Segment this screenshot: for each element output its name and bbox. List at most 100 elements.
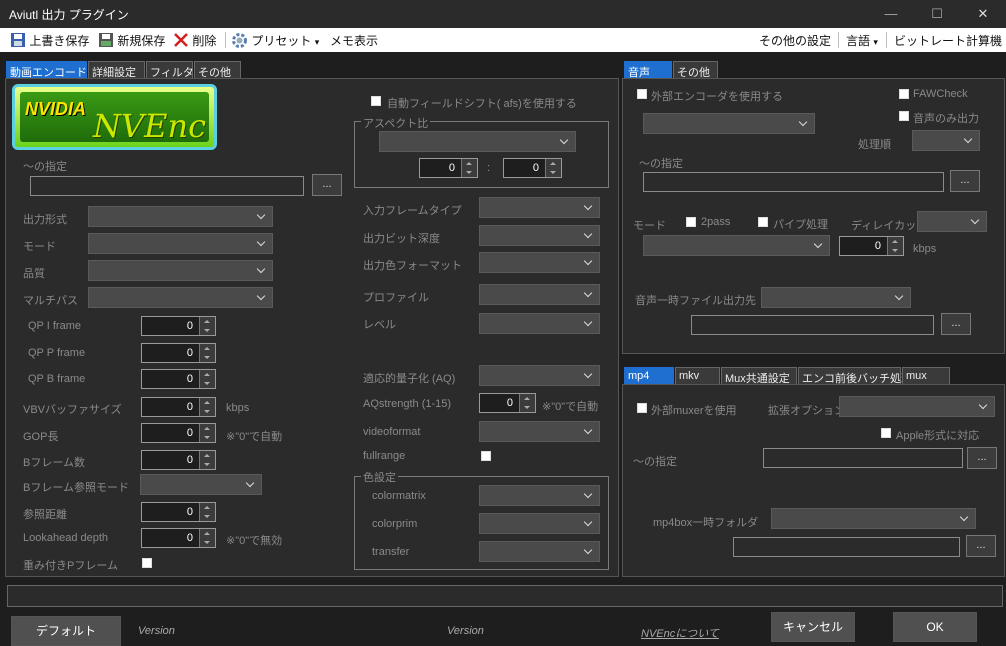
- aspect-ratio-select[interactable]: [379, 131, 576, 152]
- spin-arrows-icon[interactable]: [519, 394, 535, 412]
- aspect-height-spinner[interactable]: 0: [503, 158, 562, 178]
- delay-cut-select[interactable]: [917, 211, 987, 232]
- audio-path-input[interactable]: [643, 172, 944, 192]
- priority-select[interactable]: [912, 130, 980, 151]
- vbv-spinner[interactable]: 0: [141, 397, 216, 417]
- spin-arrows-icon[interactable]: [887, 237, 903, 255]
- ext-option-select[interactable]: [839, 396, 995, 417]
- weighted-p-checkbox[interactable]: [142, 558, 152, 568]
- audio-only-checkbox[interactable]: [899, 111, 909, 121]
- spin-arrows-icon[interactable]: [199, 529, 215, 547]
- spin-arrows-icon[interactable]: [199, 370, 215, 388]
- tab-audio-other[interactable]: その他: [673, 61, 718, 79]
- output-format-select[interactable]: [88, 206, 273, 227]
- multipass-select[interactable]: [88, 287, 273, 308]
- language-button[interactable]: 言語 ▾: [846, 32, 878, 49]
- aspect-width-spinner[interactable]: 0: [419, 158, 478, 178]
- cancel-button[interactable]: キャンセル: [771, 612, 855, 642]
- audio-browse-button[interactable]: ...: [950, 170, 980, 192]
- output-bit-depth-select[interactable]: [479, 225, 600, 246]
- spin-arrows-icon[interactable]: [461, 159, 477, 177]
- exe-browse-button[interactable]: ...: [312, 174, 342, 196]
- quality-select[interactable]: [88, 260, 273, 281]
- bframes-spinner[interactable]: 0: [141, 450, 216, 470]
- default-button[interactable]: デフォルト: [11, 616, 121, 646]
- tab-mkv[interactable]: mkv: [675, 367, 720, 385]
- mp4box-temp-select[interactable]: [771, 508, 976, 529]
- external-muxer-checkbox[interactable]: [637, 403, 647, 413]
- pipe-checkbox[interactable]: [758, 217, 768, 227]
- afs-checkbox[interactable]: [371, 96, 381, 106]
- bframe-ref-mode-select[interactable]: [140, 474, 262, 495]
- apple-format-checkbox[interactable]: [881, 428, 891, 438]
- ok-button[interactable]: OK: [893, 612, 977, 642]
- spin-arrows-icon[interactable]: [199, 503, 215, 521]
- mp4box-temp-path-input[interactable]: [733, 537, 960, 557]
- profile-select[interactable]: [479, 284, 600, 305]
- colormatrix-label: colormatrix: [372, 490, 426, 502]
- spin-arrows-icon[interactable]: [199, 424, 215, 442]
- tab-mux-common[interactable]: Mux共通設定: [721, 367, 797, 385]
- muxer-path-input[interactable]: [763, 448, 963, 468]
- audio-temp-path-input[interactable]: [691, 315, 934, 335]
- tab-video-encode[interactable]: 動画エンコード: [6, 61, 87, 79]
- status-bar: [7, 585, 1003, 607]
- tab-mux[interactable]: mux: [902, 367, 950, 385]
- audio-temp-dest-select[interactable]: [761, 287, 911, 308]
- ref-distance-spinner[interactable]: 0: [141, 502, 216, 522]
- mp4box-browse-button[interactable]: ...: [966, 535, 996, 557]
- delete-x-icon: [174, 33, 188, 47]
- logo-nvidia-text: NVIDIA: [25, 99, 87, 119]
- colormatrix-select[interactable]: [479, 485, 600, 506]
- nvenc-logo: NVIDIA NVEnc: [12, 84, 217, 150]
- close-button[interactable]: ✕: [960, 0, 1006, 28]
- tab-filter[interactable]: フィルタ: [146, 61, 194, 79]
- memo-toggle-button[interactable]: メモ表示: [330, 32, 378, 49]
- spin-arrows-icon[interactable]: [199, 344, 215, 362]
- aq-select[interactable]: [479, 365, 600, 386]
- external-encoder-checkbox[interactable]: [637, 89, 647, 99]
- twopass-label: 2pass: [701, 216, 731, 228]
- spin-arrows-icon[interactable]: [545, 159, 561, 177]
- faw-checkbox[interactable]: [899, 89, 909, 99]
- preset-button[interactable]: プリセット ▾: [231, 32, 319, 49]
- overwrite-save-button[interactable]: 上書き保存: [10, 32, 89, 49]
- lookahead-spinner[interactable]: 0: [141, 528, 216, 548]
- version-label-2: Version: [447, 625, 484, 637]
- spin-arrows-icon[interactable]: [199, 317, 215, 335]
- input-frame-type-select[interactable]: [479, 197, 600, 218]
- mode-select[interactable]: [88, 233, 273, 254]
- tab-batch[interactable]: エンコ前後バッチ処理: [798, 367, 912, 385]
- maximize-button[interactable]: ☐: [914, 0, 960, 28]
- delete-button[interactable]: 削除: [173, 32, 216, 49]
- spin-arrows-icon[interactable]: [199, 398, 215, 416]
- videoformat-select[interactable]: [479, 421, 600, 442]
- level-select[interactable]: [479, 313, 600, 334]
- aqstrength-spinner[interactable]: 0: [479, 393, 536, 413]
- audio-temp-browse-button[interactable]: ...: [941, 313, 971, 335]
- twopass-checkbox[interactable]: [686, 217, 696, 227]
- muxer-browse-button[interactable]: ...: [967, 447, 997, 469]
- other-settings-button[interactable]: その他の設定: [759, 32, 831, 49]
- about-nvenc-link[interactable]: NVEncについて: [641, 625, 719, 641]
- tab-advanced[interactable]: 詳細設定: [88, 61, 145, 79]
- transfer-select[interactable]: [479, 541, 600, 562]
- exe-path-input[interactable]: [30, 176, 304, 196]
- output-color-format-select[interactable]: [479, 252, 600, 273]
- bitrate-calculator-button[interactable]: ビットレート計算機: [894, 32, 1002, 49]
- audio-mode-select[interactable]: [643, 235, 830, 256]
- tab-mp4[interactable]: mp4: [624, 367, 674, 385]
- audio-bitrate-spinner[interactable]: 0: [839, 236, 904, 256]
- minimize-button[interactable]: —: [868, 0, 914, 28]
- audio-encoder-select[interactable]: [643, 113, 815, 134]
- fullrange-checkbox[interactable]: [481, 451, 491, 461]
- tab-audio[interactable]: 音声: [624, 61, 672, 79]
- spin-arrows-icon[interactable]: [199, 451, 215, 469]
- qp-p-spinner[interactable]: 0: [141, 343, 216, 363]
- gop-spinner[interactable]: 0: [141, 423, 216, 443]
- colorprim-select[interactable]: [479, 513, 600, 534]
- tab-other[interactable]: その他: [194, 61, 241, 79]
- new-save-button[interactable]: 新規保存: [98, 32, 165, 49]
- qp-i-spinner[interactable]: 0: [141, 316, 216, 336]
- qp-b-spinner[interactable]: 0: [141, 369, 216, 389]
